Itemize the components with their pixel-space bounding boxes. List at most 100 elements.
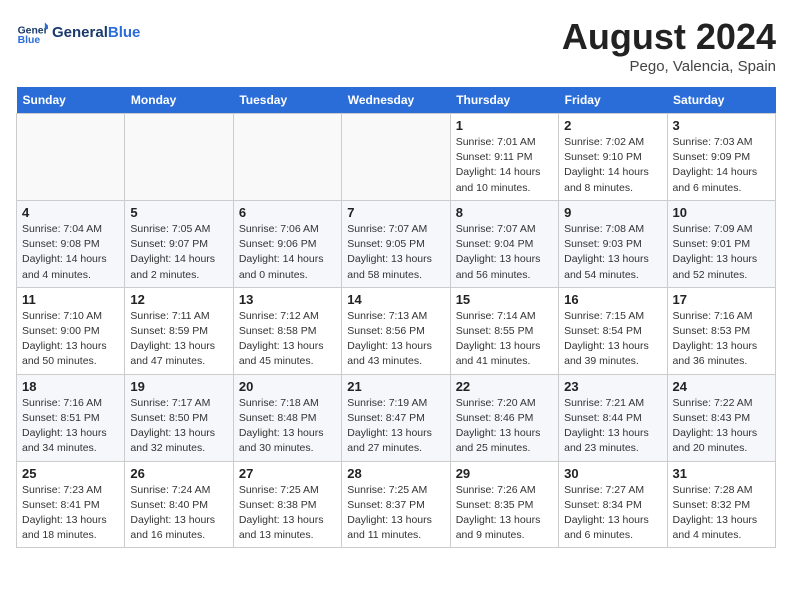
calendar-cell bbox=[17, 114, 125, 201]
day-number: 2 bbox=[564, 118, 661, 133]
day-info: Sunrise: 7:07 AM Sunset: 9:04 PM Dayligh… bbox=[456, 222, 553, 283]
day-number: 1 bbox=[456, 118, 553, 133]
day-number: 26 bbox=[130, 466, 227, 481]
calendar-cell: 24 Sunrise: 7:22 AM Sunset: 8:43 PM Dayli… bbox=[667, 374, 775, 461]
calendar-cell: 15 Sunrise: 7:14 AM Sunset: 8:55 PM Dayli… bbox=[450, 287, 558, 374]
weekday-wednesday: Wednesday bbox=[342, 87, 450, 114]
calendar-cell: 4 Sunrise: 7:04 AM Sunset: 9:08 PM Daylig… bbox=[17, 200, 125, 287]
day-number: 7 bbox=[347, 205, 444, 220]
title-block: August 2024 Pego, Valencia, Spain bbox=[562, 16, 776, 75]
day-info: Sunrise: 7:07 AM Sunset: 9:05 PM Dayligh… bbox=[347, 222, 444, 283]
calendar-cell: 22Sunrise: 7:20 AM Sunset: 8:46 PM Dayli… bbox=[450, 374, 558, 461]
weekday-header-row: SundayMondayTuesdayWednesdayThursdayFrid… bbox=[17, 87, 776, 114]
calendar-cell: 29 Sunrise: 7:26 AM Sunset: 8:35 PM Dayli… bbox=[450, 461, 558, 548]
day-info: Sunrise: 7:01 AM Sunset: 9:11 PM Dayligh… bbox=[456, 135, 553, 196]
day-number: 9 bbox=[564, 205, 661, 220]
calendar-cell: 28 Sunrise: 7:25 AM Sunset: 8:37 PM Dayli… bbox=[342, 461, 450, 548]
day-info: Sunrise: 7:10 AM Sunset: 9:00 PM Dayligh… bbox=[22, 309, 119, 370]
day-info: Sunrise: 7:16 AM Sunset: 8:53 PM Dayligh… bbox=[673, 309, 770, 370]
day-info: Sunrise: 7:18 AM Sunset: 8:48 PM Dayligh… bbox=[239, 396, 336, 457]
calendar-table: SundayMondayTuesdayWednesdayThursdayFrid… bbox=[16, 87, 776, 548]
logo-text: GeneralBlue bbox=[52, 24, 140, 41]
weekday-tuesday: Tuesday bbox=[233, 87, 341, 114]
day-info: Sunrise: 7:06 AM Sunset: 9:06 PM Dayligh… bbox=[239, 222, 336, 283]
calendar-cell: 6Sunrise: 7:06 AM Sunset: 9:06 PM Daylig… bbox=[233, 200, 341, 287]
week-row-1: 1 Sunrise: 7:01 AM Sunset: 9:11 PM Daylig… bbox=[17, 114, 776, 201]
day-number: 11 bbox=[22, 292, 119, 307]
day-info: Sunrise: 7:19 AM Sunset: 8:47 PM Dayligh… bbox=[347, 396, 444, 457]
day-number: 29 bbox=[456, 466, 553, 481]
day-info: Sunrise: 7:09 AM Sunset: 9:01 PM Dayligh… bbox=[673, 222, 770, 283]
calendar-body: 1 Sunrise: 7:01 AM Sunset: 9:11 PM Daylig… bbox=[17, 114, 776, 548]
day-info: Sunrise: 7:03 AM Sunset: 9:09 PM Dayligh… bbox=[673, 135, 770, 196]
day-info: Sunrise: 7:21 AM Sunset: 8:44 PM Dayligh… bbox=[564, 396, 661, 457]
day-info: Sunrise: 7:14 AM Sunset: 8:55 PM Dayligh… bbox=[456, 309, 553, 370]
day-number: 19 bbox=[130, 379, 227, 394]
day-info: Sunrise: 7:25 AM Sunset: 8:38 PM Dayligh… bbox=[239, 483, 336, 544]
calendar-cell bbox=[342, 114, 450, 201]
weekday-thursday: Thursday bbox=[450, 87, 558, 114]
page-header: General Blue GeneralBlue August 2024 Peg… bbox=[16, 16, 776, 75]
day-number: 15 bbox=[456, 292, 553, 307]
calendar-cell: 30Sunrise: 7:27 AM Sunset: 8:34 PM Dayli… bbox=[559, 461, 667, 548]
day-number: 20 bbox=[239, 379, 336, 394]
calendar-cell: 2 Sunrise: 7:02 AM Sunset: 9:10 PM Daylig… bbox=[559, 114, 667, 201]
day-info: Sunrise: 7:17 AM Sunset: 8:50 PM Dayligh… bbox=[130, 396, 227, 457]
week-row-4: 18 Sunrise: 7:16 AM Sunset: 8:51 PM Dayli… bbox=[17, 374, 776, 461]
calendar-cell: 3 Sunrise: 7:03 AM Sunset: 9:09 PM Daylig… bbox=[667, 114, 775, 201]
week-row-2: 4 Sunrise: 7:04 AM Sunset: 9:08 PM Daylig… bbox=[17, 200, 776, 287]
day-number: 18 bbox=[22, 379, 119, 394]
svg-text:Blue: Blue bbox=[18, 35, 41, 46]
day-number: 28 bbox=[347, 466, 444, 481]
weekday-saturday: Saturday bbox=[667, 87, 775, 114]
day-number: 3 bbox=[673, 118, 770, 133]
day-info: Sunrise: 7:04 AM Sunset: 9:08 PM Dayligh… bbox=[22, 222, 119, 283]
day-number: 5 bbox=[130, 205, 227, 220]
day-info: Sunrise: 7:25 AM Sunset: 8:37 PM Dayligh… bbox=[347, 483, 444, 544]
calendar-cell bbox=[125, 114, 233, 201]
day-number: 12 bbox=[130, 292, 227, 307]
day-info: Sunrise: 7:28 AM Sunset: 8:32 PM Dayligh… bbox=[673, 483, 770, 544]
day-info: Sunrise: 7:23 AM Sunset: 8:41 PM Dayligh… bbox=[22, 483, 119, 544]
day-info: Sunrise: 7:22 AM Sunset: 8:43 PM Dayligh… bbox=[673, 396, 770, 457]
calendar-cell: 14Sunrise: 7:13 AM Sunset: 8:56 PM Dayli… bbox=[342, 287, 450, 374]
day-info: Sunrise: 7:12 AM Sunset: 8:58 PM Dayligh… bbox=[239, 309, 336, 370]
location-subtitle: Pego, Valencia, Spain bbox=[562, 58, 776, 75]
logo: General Blue GeneralBlue bbox=[16, 16, 140, 48]
week-row-3: 11 Sunrise: 7:10 AM Sunset: 9:00 PM Dayli… bbox=[17, 287, 776, 374]
day-number: 17 bbox=[673, 292, 770, 307]
day-number: 23 bbox=[564, 379, 661, 394]
day-info: Sunrise: 7:24 AM Sunset: 8:40 PM Dayligh… bbox=[130, 483, 227, 544]
calendar-cell: 13 Sunrise: 7:12 AM Sunset: 8:58 PM Dayli… bbox=[233, 287, 341, 374]
calendar-cell: 7 Sunrise: 7:07 AM Sunset: 9:05 PM Daylig… bbox=[342, 200, 450, 287]
calendar-cell: 25Sunrise: 7:23 AM Sunset: 8:41 PM Dayli… bbox=[17, 461, 125, 548]
day-info: Sunrise: 7:13 AM Sunset: 8:56 PM Dayligh… bbox=[347, 309, 444, 370]
day-number: 31 bbox=[673, 466, 770, 481]
day-number: 13 bbox=[239, 292, 336, 307]
calendar-cell: 18 Sunrise: 7:16 AM Sunset: 8:51 PM Dayli… bbox=[17, 374, 125, 461]
day-number: 4 bbox=[22, 205, 119, 220]
calendar-cell: 5Sunrise: 7:05 AM Sunset: 9:07 PM Daylig… bbox=[125, 200, 233, 287]
day-info: Sunrise: 7:20 AM Sunset: 8:46 PM Dayligh… bbox=[456, 396, 553, 457]
day-number: 21 bbox=[347, 379, 444, 394]
calendar-cell: 19 Sunrise: 7:17 AM Sunset: 8:50 PM Dayli… bbox=[125, 374, 233, 461]
calendar-cell: 11 Sunrise: 7:10 AM Sunset: 9:00 PM Dayli… bbox=[17, 287, 125, 374]
day-info: Sunrise: 7:16 AM Sunset: 8:51 PM Dayligh… bbox=[22, 396, 119, 457]
calendar-cell: 1 Sunrise: 7:01 AM Sunset: 9:11 PM Daylig… bbox=[450, 114, 558, 201]
calendar-cell: 26 Sunrise: 7:24 AM Sunset: 8:40 PM Dayli… bbox=[125, 461, 233, 548]
day-number: 16 bbox=[564, 292, 661, 307]
day-number: 8 bbox=[456, 205, 553, 220]
day-number: 24 bbox=[673, 379, 770, 394]
calendar-cell: 31 Sunrise: 7:28 AM Sunset: 8:32 PM Dayli… bbox=[667, 461, 775, 548]
day-info: Sunrise: 7:08 AM Sunset: 9:03 PM Dayligh… bbox=[564, 222, 661, 283]
logo-icon: General Blue bbox=[16, 16, 48, 48]
weekday-monday: Monday bbox=[125, 87, 233, 114]
day-number: 27 bbox=[239, 466, 336, 481]
calendar-cell: 20 Sunrise: 7:18 AM Sunset: 8:48 PM Dayli… bbox=[233, 374, 341, 461]
day-info: Sunrise: 7:02 AM Sunset: 9:10 PM Dayligh… bbox=[564, 135, 661, 196]
calendar-cell: 27 Sunrise: 7:25 AM Sunset: 8:38 PM Dayli… bbox=[233, 461, 341, 548]
week-row-5: 25Sunrise: 7:23 AM Sunset: 8:41 PM Dayli… bbox=[17, 461, 776, 548]
day-info: Sunrise: 7:26 AM Sunset: 8:35 PM Dayligh… bbox=[456, 483, 553, 544]
calendar-cell: 16Sunrise: 7:15 AM Sunset: 8:54 PM Dayli… bbox=[559, 287, 667, 374]
weekday-friday: Friday bbox=[559, 87, 667, 114]
